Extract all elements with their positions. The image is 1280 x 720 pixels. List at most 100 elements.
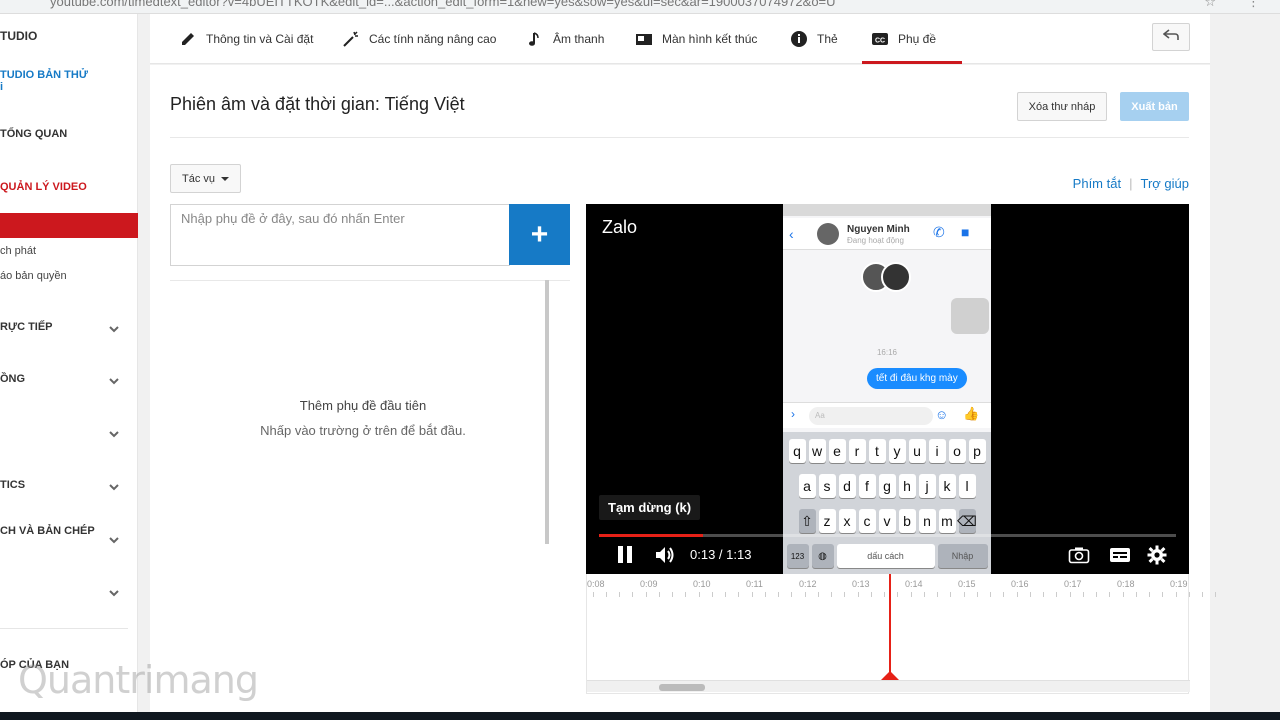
timeline-playhead[interactable] — [889, 574, 891, 678]
pause-button[interactable] — [616, 544, 636, 566]
sidebar-item-community[interactable]: ỒNG — [0, 373, 25, 385]
chevron-down-icon[interactable] — [108, 322, 120, 334]
keyboard-key: y — [888, 439, 906, 463]
sidebar-item-playlists[interactable]: ch phát — [0, 245, 36, 257]
sidebar-item-live[interactable]: RỰC TIẾP — [0, 321, 53, 333]
link-separator: | — [1129, 176, 1133, 191]
subtitle-list[interactable] — [170, 280, 570, 694]
timeline-tick-label: 0:18 — [1117, 579, 1135, 589]
empty-state-title: Thêm phụ đề đầu tiên — [299, 398, 427, 413]
timeline-tick-mark — [1123, 592, 1124, 597]
subtitle-input-box[interactable] — [170, 204, 510, 266]
thumbs-up-icon: 👍 — [963, 406, 980, 421]
timeline-tick-label: 0:17 — [1064, 579, 1082, 589]
timeline-tick-mark — [1003, 592, 1004, 597]
svg-text:CC: CC — [875, 38, 885, 45]
sidebar-item-copyright-notices[interactable]: áo bản quyền — [0, 270, 67, 282]
actions-dropdown[interactable]: Tác vụ — [170, 164, 241, 193]
timeline-tick-mark — [1043, 592, 1044, 597]
keyboard-key: i — [928, 439, 946, 463]
tab-subtitles[interactable]: CC Phụ đề — [861, 14, 963, 64]
phone-keyboard: qwertyuiop asdfghjkl ⇧ z x c v b n m ⌫ 123 ◍ dấu… — [783, 432, 991, 574]
publish-button[interactable]: Xuất bản — [1120, 92, 1189, 121]
sidebar-item-studio-beta-marker: i — [0, 81, 4, 93]
chevron-down-icon[interactable] — [108, 533, 120, 545]
timeline-tick-mark — [1017, 592, 1018, 597]
settings-gear-icon[interactable] — [1147, 544, 1167, 566]
browser-menu-icon[interactable]: ⋮ — [1247, 0, 1260, 10]
timeline-tick-mark — [765, 592, 766, 597]
url-text[interactable]: youtube.com/timedtext_editor?v=4bUEITTKO… — [50, 0, 836, 9]
subtitles-toggle-button[interactable] — [1109, 544, 1131, 566]
discard-draft-button[interactable]: Xóa thư nháp — [1017, 92, 1107, 121]
timeline-scrollbar[interactable] — [587, 680, 1190, 692]
timeline-tick-mark — [725, 592, 726, 597]
back-chevron-icon: ‹ — [789, 226, 794, 242]
keyboard-key: u — [908, 439, 926, 463]
keyboard-key: v — [878, 509, 896, 533]
sidebar-item-studio-beta[interactable]: TUDIO BẢN THỬ — [0, 69, 88, 81]
chevron-down-icon[interactable] — [108, 374, 120, 386]
key-return: Nhập — [937, 544, 988, 568]
tab-audio[interactable]: Âm thanh — [525, 14, 604, 64]
timeline-tick-mark — [911, 592, 912, 597]
os-taskbar — [0, 712, 1280, 720]
tab-end-screen[interactable]: Màn hình kết thúc — [634, 14, 757, 64]
keyboard-key: x — [838, 509, 856, 533]
sidebar-active-item[interactable] — [0, 213, 138, 238]
sidebar-item-translations[interactable]: CH VÀ BẢN CHÉP — [0, 525, 95, 537]
volume-button[interactable] — [654, 544, 676, 566]
browser-url-bar[interactable]: youtube.com/timedtext_editor?v=4bUEITTKO… — [0, 0, 1280, 14]
end-screen-icon — [634, 29, 654, 49]
timeline-tick-mark — [699, 592, 700, 597]
sidebar-item-studio[interactable]: TUDIO — [0, 29, 37, 43]
chat-header: ‹ Nguyen Minh Đang hoạt động ✆ ■ — [783, 218, 991, 250]
phone-status-bar — [783, 204, 991, 216]
sidebar-item-analytics[interactable]: TICS — [0, 479, 25, 491]
keyboard-shortcuts-link[interactable]: Phím tắt — [1073, 176, 1121, 191]
timeline-tick-label: 0:16 — [1011, 579, 1029, 589]
subtitle-timeline[interactable]: 0:08 0:09 0:10 0:11 0:12 0:13 0:14 0:15 0:16 0:17… — [586, 574, 1216, 694]
keyboard-key: a — [798, 474, 816, 498]
keyboard-key: r — [848, 439, 866, 463]
screenshot-button[interactable] — [1068, 544, 1090, 566]
chevron-down-icon[interactable] — [108, 480, 120, 492]
help-link[interactable]: Trợ giúp — [1140, 176, 1189, 191]
music-note-icon — [525, 29, 545, 49]
sidebar-item-dashboard[interactable]: TỔNG QUAN — [0, 128, 67, 140]
timeline-scroll-thumb[interactable] — [659, 684, 705, 691]
timeline-tick-mark — [606, 592, 607, 597]
tab-info-settings[interactable]: Thông tin và Cài đặt — [178, 14, 313, 64]
timeline-tick-mark — [858, 592, 859, 597]
video-player[interactable]: Zalo ‹ Nguyen Minh Đang hoạt động ✆ ■ 16… — [586, 204, 1189, 574]
subtitle-input[interactable] — [171, 205, 509, 265]
add-subtitle-button[interactable]: + — [509, 204, 570, 265]
compose-field: Aa — [809, 407, 933, 425]
pencil-icon — [178, 29, 198, 49]
emoji-icon: ☺ — [935, 407, 949, 422]
empty-state-hint: Nhấp vào trường ở trên để bắt đầu. — [260, 423, 466, 438]
contact-name: Nguyen Minh — [847, 224, 910, 235]
tab-cards[interactable]: Thẻ — [789, 14, 838, 64]
timeline-tick-mark — [619, 592, 620, 597]
tab-advanced-features[interactable]: Các tính năng nâng cao — [341, 14, 496, 64]
timeline-tick-mark — [1109, 592, 1110, 597]
key-numbers: 123 — [786, 544, 809, 568]
chevron-down-icon[interactable] — [108, 427, 120, 439]
video-progress-bar[interactable] — [599, 534, 1176, 537]
page-title: Phiên âm và đặt thời gian: Tiếng Việt — [170, 94, 465, 114]
keyboard-key: o — [948, 439, 966, 463]
back-button[interactable] — [1152, 23, 1190, 51]
timeline-tick-label: 0:09 — [640, 579, 658, 589]
keyboard-row-3: ⇧ z x c v b n m ⌫ — [783, 509, 991, 533]
timeline-tick-mark — [1176, 592, 1177, 597]
bookmark-star-icon[interactable]: ☆ — [1204, 0, 1216, 10]
image-placeholder — [951, 298, 989, 334]
timeline-tick-label: 0:08 — [587, 579, 605, 589]
globe-icon: ◍ — [811, 544, 834, 568]
sidebar-item-video-manager[interactable]: QUẢN LÝ VIDEO — [0, 181, 87, 193]
chevron-down-icon[interactable] — [108, 586, 120, 598]
group-avatars — [861, 262, 913, 292]
timeline-tick-mark — [1189, 592, 1190, 597]
video-frame-phone-screen: ‹ Nguyen Minh Đang hoạt động ✆ ■ 16:16 t… — [783, 204, 991, 574]
